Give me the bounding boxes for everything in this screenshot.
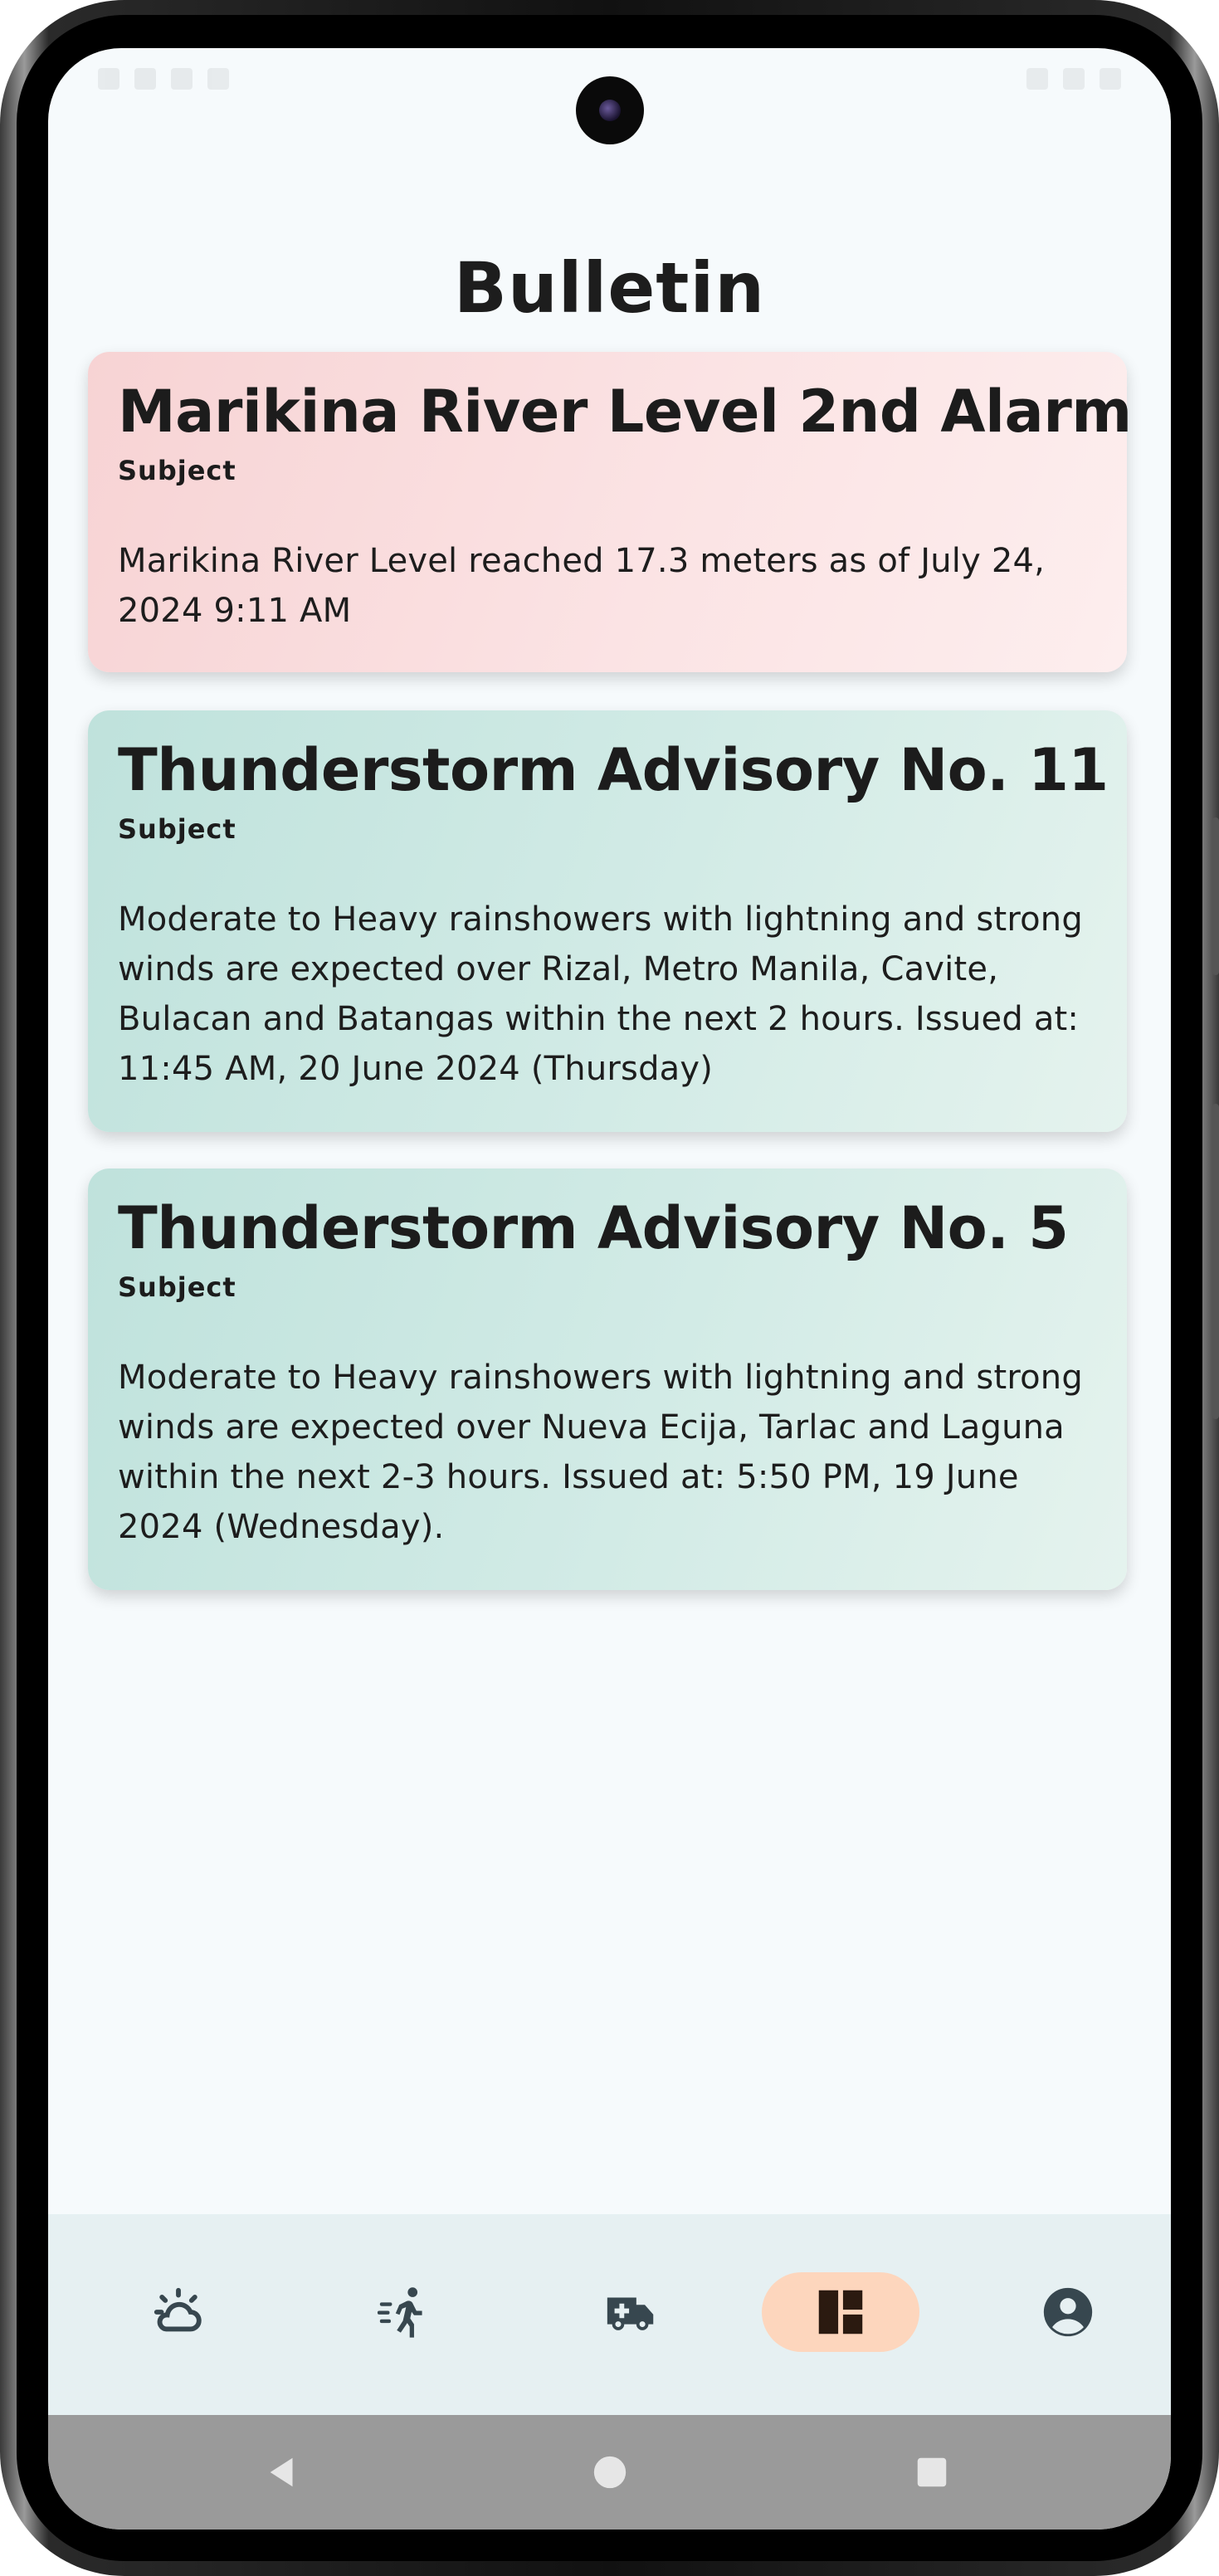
power-button [1212, 1104, 1219, 1419]
dashboard-icon [818, 2290, 863, 2334]
bulletin-body: Moderate to Heavy rainshowers with light… [118, 900, 1083, 1088]
volume-button [1212, 817, 1219, 975]
bulletin-title: Thunderstorm Advisory No. 5 [118, 1194, 1069, 1262]
bulletin-card[interactable]: Thunderstorm Advisory No. 11 Subject Mod… [88, 710, 1127, 1132]
nav-weather[interactable] [100, 2272, 257, 2352]
nav-dashboard[interactable] [762, 2272, 919, 2352]
bulletin-title: Marikina River Level 2nd Alarm [118, 378, 1132, 446]
front-camera [576, 76, 644, 144]
home-icon [593, 2456, 627, 2489]
bulletin-subject-label: Subject [118, 454, 236, 486]
ambulance-icon [607, 2297, 654, 2330]
recents-icon [917, 2457, 947, 2487]
weather-icon [154, 2287, 202, 2332]
system-back-button[interactable] [254, 2443, 312, 2501]
bulletin-card[interactable]: Thunderstorm Advisory No. 5 Subject Mode… [88, 1168, 1127, 1590]
back-icon [270, 2457, 293, 2487]
system-home-button[interactable] [581, 2443, 639, 2501]
phone-frame: Bulletin Marikina River Level 2nd Alarm … [0, 0, 1219, 2576]
bulletin-subject-label: Subject [118, 812, 236, 845]
bulletin-body: Marikina River Level reached 17.3 meters… [118, 541, 1046, 630]
evacuation-icon [377, 2287, 422, 2338]
status-bar-left [98, 68, 229, 90]
system-navigation-bar [48, 2415, 1171, 2530]
bottom-navigation [48, 2214, 1171, 2415]
nav-evacuation[interactable] [325, 2272, 483, 2352]
bulletin-body: Moderate to Heavy rainshowers with light… [118, 1358, 1083, 1546]
nav-ambulance[interactable] [553, 2272, 710, 2352]
screen: Bulletin Marikina River Level 2nd Alarm … [48, 48, 1171, 2530]
bulletin-subject-label: Subject [118, 1271, 236, 1303]
nav-account[interactable] [989, 2272, 1147, 2352]
status-bar-right [1026, 68, 1121, 90]
bulletin-title: Thunderstorm Advisory No. 11 [118, 736, 1109, 804]
account-icon [1043, 2287, 1093, 2337]
bulletin-card[interactable]: Marikina River Level 2nd Alarm Subject M… [88, 352, 1132, 672]
page-title: Bulletin [453, 247, 766, 329]
system-recents-button[interactable] [903, 2443, 961, 2501]
